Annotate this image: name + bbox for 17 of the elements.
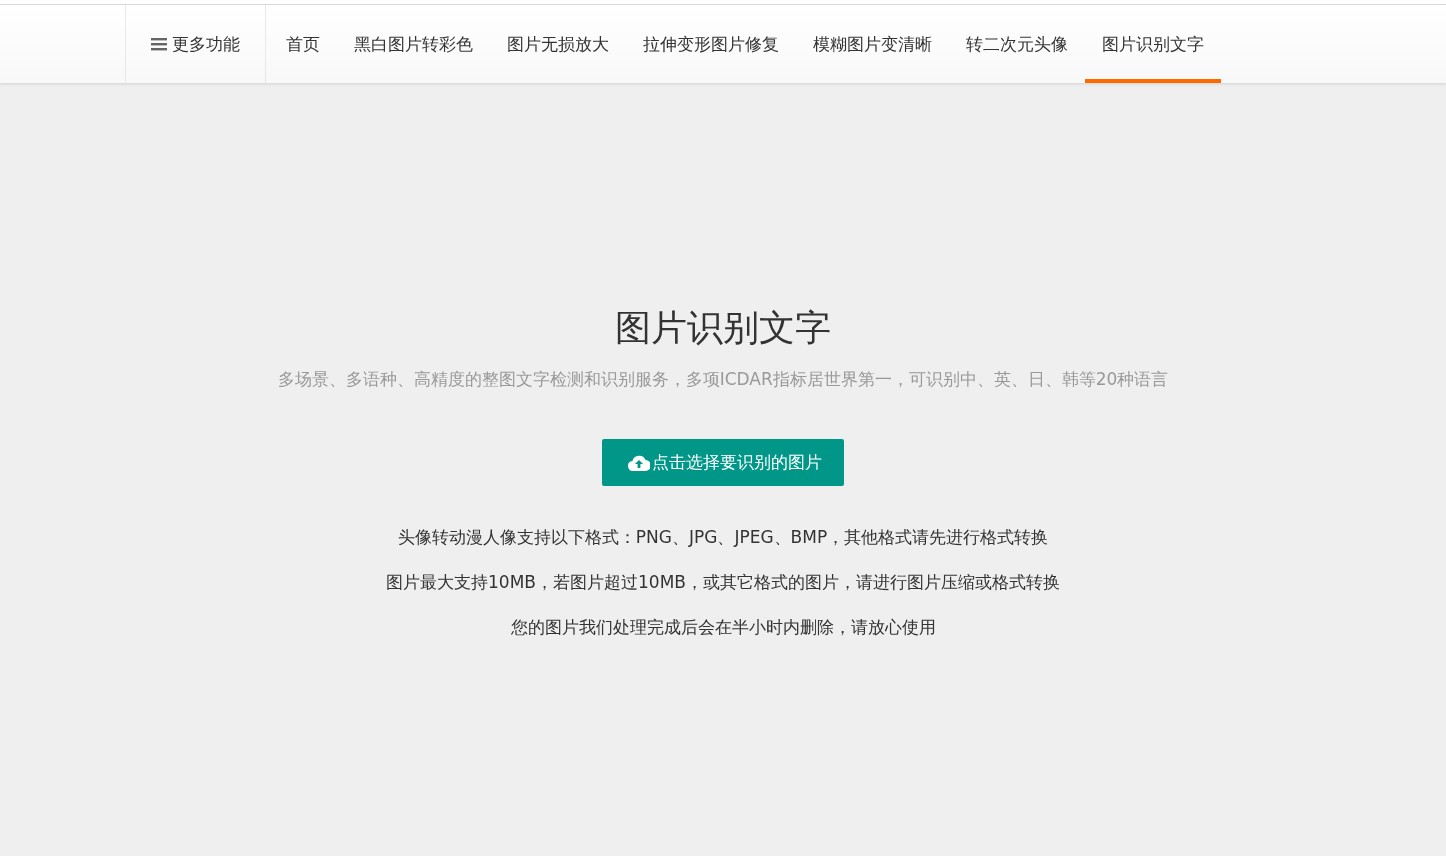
- nav-tab[interactable]: 图片无损放大: [490, 5, 626, 83]
- format-note: 图片最大支持10MB，若图片超过10MB，或其它格式的图片，请进行图片压缩或格式转换: [386, 571, 1060, 594]
- nav-tab[interactable]: 黑白图片转彩色: [337, 5, 490, 83]
- more-features-menu[interactable]: 更多功能: [126, 5, 266, 83]
- nav-tab[interactable]: 首页: [269, 5, 337, 83]
- menu-icon: [151, 37, 167, 51]
- nav-tab[interactable]: 转二次元头像: [949, 5, 1085, 83]
- format-note: 您的图片我们处理完成后会在半小时内删除，请放心使用: [510, 616, 936, 639]
- upload-button[interactable]: 点击选择要识别的图片: [602, 439, 844, 486]
- format-note: 头像转动漫人像支持以下格式：PNG、JPG、JPEG、BMP，其他格式请先进行格式转换: [397, 526, 1049, 549]
- cloud-upload-icon: [628, 454, 650, 471]
- nav-tab[interactable]: 拉伸变形图片修复: [626, 5, 796, 83]
- page-subtitle: 多场景、多语种、高精度的整图文字检测和识别服务，多项ICDAR指标居世界第一，可识别中、英、日、韩等20种语言: [277, 368, 1169, 391]
- page-title: 图片识别文字: [615, 306, 831, 350]
- menu-label: 更多功能: [172, 32, 240, 56]
- nav-tab[interactable]: 图片识别文字: [1085, 5, 1221, 83]
- nav-tab[interactable]: 模糊图片变清晰: [796, 5, 949, 83]
